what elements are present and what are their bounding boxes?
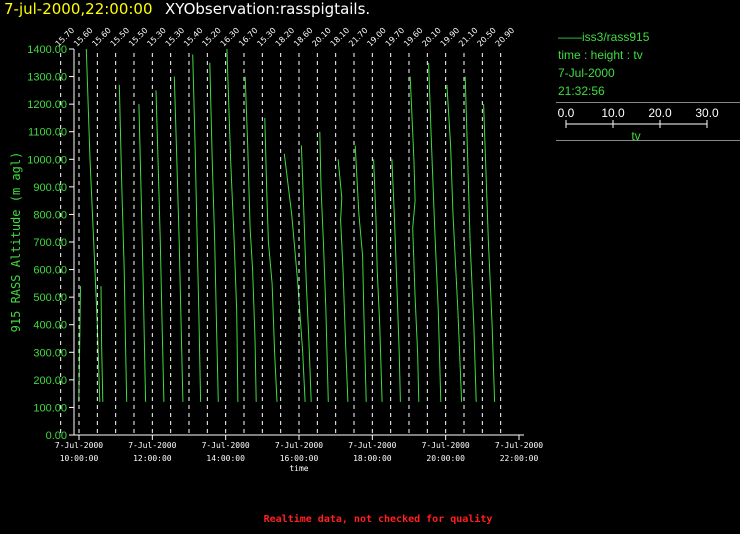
profile-line xyxy=(100,286,104,402)
y-tick-label: 800.00 xyxy=(33,209,67,221)
profile-line xyxy=(354,145,367,402)
profile-base-label: 15.30 xyxy=(255,26,278,49)
profile-base-label: 20.10 xyxy=(420,26,443,49)
profile-line xyxy=(373,159,383,402)
y-axis-label: 915 RASS Altitude (m agl) xyxy=(9,152,23,333)
tv-scale: 0.0 10.0 20.0 30.0tv xyxy=(558,106,719,143)
x-tick-time: 12:00:00 xyxy=(133,454,172,463)
tv-scale-tick-label: 0.0 xyxy=(558,106,575,120)
y-tick-label: 600.00 xyxy=(33,265,67,277)
tv-scale-tick-label: 20.0 xyxy=(648,106,672,120)
y-tick-label: 900.00 xyxy=(33,182,67,194)
profile-base-label: 18.10 xyxy=(329,26,352,49)
profile-base-label: 15.30 xyxy=(164,26,187,49)
profile-line xyxy=(118,84,128,402)
legend-divider-top xyxy=(556,102,740,103)
profile-line xyxy=(319,131,329,402)
legend: ——iss3/rass915 time : height : tv 7-Jul-… xyxy=(556,30,740,150)
profile-base-label: 19.60 xyxy=(402,26,425,49)
x-tick-date: 7-Jul-2000 xyxy=(495,441,543,450)
x-tick-time: 16:00:00 xyxy=(280,454,319,463)
profile-line xyxy=(209,62,219,402)
x-axis-label: time xyxy=(289,464,308,473)
legend-date: 7-Jul-2000 xyxy=(558,66,615,80)
profile-base-label: 16.30 xyxy=(219,26,242,49)
y-tick-label: 400.00 xyxy=(33,320,67,332)
profile-base-label: 20.10 xyxy=(310,26,333,49)
x-tick-time: 18:00:00 xyxy=(353,454,392,463)
profile-line xyxy=(283,153,306,402)
profile-base-label: 20.50 xyxy=(475,26,498,49)
profile-line xyxy=(428,62,442,402)
x-tick-date: 7-Jul-2000 xyxy=(422,441,470,450)
x-tick-time: 20:00:00 xyxy=(426,454,465,463)
profile-line xyxy=(446,84,463,402)
legend-series-swatch: —— xyxy=(558,30,582,44)
profile-line xyxy=(264,117,278,402)
x-tick-time: 14:00:00 xyxy=(206,454,245,463)
legend-divider-bottom xyxy=(556,140,740,141)
y-tick-label: 700.00 xyxy=(33,237,67,249)
profile-line xyxy=(409,76,420,402)
y-tick-label: 300.00 xyxy=(33,347,67,359)
profile-base-label: 21.70 xyxy=(347,26,370,49)
y-tick-label: 500.00 xyxy=(33,292,67,304)
x-tick-date: 7-Jul-2000 xyxy=(202,441,250,450)
profile-line xyxy=(138,104,147,402)
profile-base-label: 19.70 xyxy=(384,26,407,49)
legend-description: time : height : tv xyxy=(558,48,643,62)
profile-base-label: 15.50 xyxy=(127,26,150,49)
profile-line xyxy=(226,48,239,402)
profile-base-label: 15.60 xyxy=(90,26,113,49)
x-tick-date: 7-Jul-2000 xyxy=(275,441,323,450)
profile-line xyxy=(483,104,496,402)
profile-base-label: 16.70 xyxy=(237,26,260,49)
profile-base-label: 15.60 xyxy=(72,26,95,49)
x-tick-time: 10:00:00 xyxy=(60,454,99,463)
x-tick-date: 7-Jul-2000 xyxy=(348,441,396,450)
profile-base-label: 19.90 xyxy=(439,26,462,49)
profile-base-label: 15.40 xyxy=(182,26,205,49)
profile-line xyxy=(155,90,165,402)
x-tick-time: 22:00:00 xyxy=(500,454,539,463)
profile-line xyxy=(192,54,202,402)
y-tick-label: 100.00 xyxy=(33,402,67,414)
profile-line xyxy=(464,76,477,402)
legend-series-label: iss3/rass915 xyxy=(582,30,650,44)
tv-scale-tick-label: 30.0 xyxy=(695,106,719,120)
profile-base-label: 18.20 xyxy=(274,26,297,49)
profile-base-label: 19.00 xyxy=(365,26,388,49)
profile-base-label: 20.90 xyxy=(494,26,517,49)
x-tick-date: 7-Jul-2000 xyxy=(128,441,176,450)
legend-time: 21:32:56 xyxy=(558,84,605,98)
profile-base-label: 15.50 xyxy=(109,26,132,49)
profile-line xyxy=(337,159,349,402)
x-tick-date: 7-Jul-2000 xyxy=(55,441,103,450)
profile-line xyxy=(391,159,401,402)
profile-base-label: 18.60 xyxy=(292,26,315,49)
profile-line xyxy=(244,76,257,402)
profile-base-label: 21.10 xyxy=(457,26,480,49)
y-tick-label: 200.00 xyxy=(33,375,67,387)
tv-scale-tick-label: 10.0 xyxy=(601,106,625,120)
profile-base-label: 15.30 xyxy=(145,26,168,49)
profile-line xyxy=(173,76,184,402)
profile-base-label: 15.20 xyxy=(200,26,223,49)
legend-series: ——iss3/rass915 xyxy=(558,30,649,44)
quality-notice: Realtime data, not checked for quality xyxy=(263,514,493,525)
